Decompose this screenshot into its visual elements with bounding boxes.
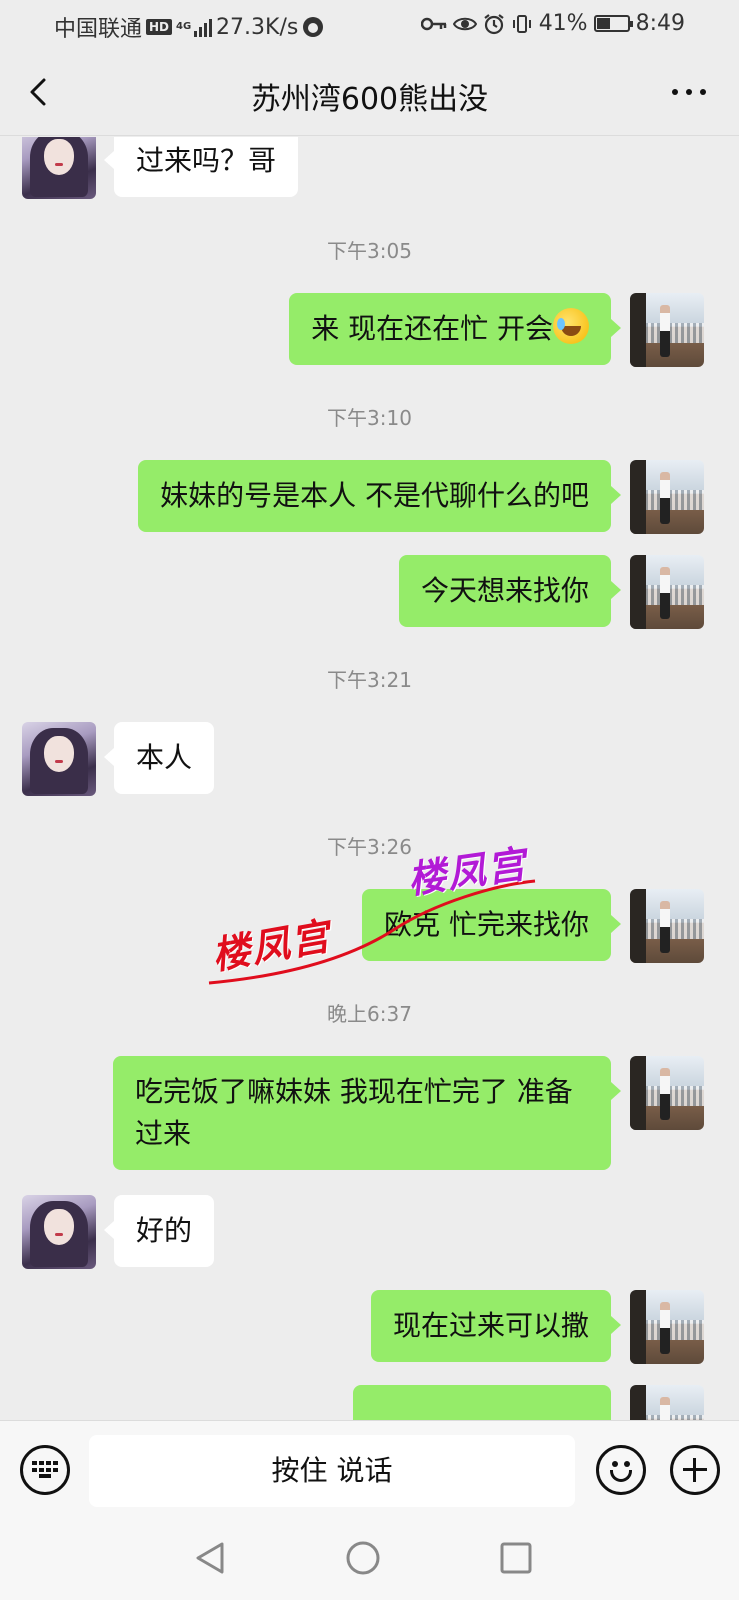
message-outgoing: 妹妹的号是本人 不是代聊什么的吧 bbox=[0, 460, 739, 534]
emoji-icon[interactable] bbox=[596, 1445, 646, 1495]
app-notification-icon bbox=[303, 17, 324, 37]
network-type: 4G bbox=[176, 21, 192, 32]
chat-message-list[interactable]: 过来吗？哥 下午3:05 来 现在还在忙 开会 下午3:10 妹妹的号是本人 不… bbox=[0, 137, 739, 1420]
message-bubble[interactable]: 妹妹的号是本人 不是代聊什么的吧 bbox=[138, 460, 621, 532]
message-outgoing-partial bbox=[0, 1385, 739, 1420]
message-bubble[interactable]: 来 现在还在忙 开会 bbox=[289, 293, 621, 365]
message-outgoing: 今天想来找你 bbox=[0, 555, 739, 629]
plus-icon[interactable] bbox=[670, 1445, 720, 1495]
message-timestamp: 下午3:05 bbox=[327, 239, 412, 263]
battery-icon bbox=[593, 15, 633, 32]
my-avatar[interactable] bbox=[630, 460, 704, 534]
my-avatar[interactable] bbox=[630, 1056, 704, 1130]
watermark: 楼凤宫 楼凤宫 bbox=[205, 837, 550, 987]
input-bar: 按住 说话 bbox=[0, 1420, 739, 1520]
nav-home-icon[interactable] bbox=[345, 1540, 381, 1576]
hold-to-talk-button[interactable]: 按住 说话 bbox=[89, 1435, 575, 1507]
message-outgoing: 吃完饭了嘛妹妹 我现在忙完了 准备过来 bbox=[0, 1056, 739, 1174]
contact-avatar[interactable] bbox=[22, 137, 96, 199]
my-avatar[interactable] bbox=[630, 1385, 704, 1420]
message-bubble[interactable]: 现在过来可以撒 bbox=[370, 1290, 622, 1362]
my-avatar[interactable] bbox=[630, 889, 704, 963]
status-left: 中国联通 HD 4G 27.3K/s bbox=[54, 11, 324, 43]
more-dots-icon[interactable] bbox=[669, 80, 709, 104]
hd-badge: HD bbox=[146, 19, 173, 35]
my-avatar[interactable] bbox=[630, 555, 704, 629]
vibrate-icon bbox=[512, 14, 531, 33]
message-bubble[interactable]: 本人 bbox=[103, 722, 215, 794]
message-timestamp: 下午3:21 bbox=[327, 668, 412, 692]
message-bubble-partial[interactable] bbox=[353, 1385, 611, 1420]
status-right: 41% 8:49 bbox=[420, 11, 685, 36]
laughing-crying-emoji-icon bbox=[553, 308, 589, 344]
message-incoming: 本人 bbox=[0, 722, 739, 796]
message-timestamp: 下午3:10 bbox=[327, 406, 412, 430]
message-outgoing: 来 现在还在忙 开会 bbox=[0, 293, 739, 367]
system-navigation-bar bbox=[0, 1520, 739, 1600]
message-bubble[interactable]: 过来吗？哥 bbox=[103, 137, 299, 197]
chat-header: 苏州湾600熊出没 bbox=[0, 50, 739, 136]
signal-icon bbox=[194, 17, 213, 37]
message-incoming: 好的 bbox=[0, 1195, 739, 1269]
eye-icon bbox=[452, 17, 477, 30]
message-bubble[interactable]: 吃完饭了嘛妹妹 我现在忙完了 准备过来 bbox=[113, 1056, 621, 1170]
message-incoming: 过来吗？哥 bbox=[0, 137, 739, 207]
chat-title: 苏州湾600熊出没 bbox=[250, 82, 489, 117]
message-timestamp: 晚上6:37 bbox=[327, 1002, 412, 1026]
message-bubble[interactable]: 今天想来找你 bbox=[398, 555, 622, 627]
message-bubble[interactable]: 好的 bbox=[103, 1195, 215, 1267]
contact-avatar[interactable] bbox=[22, 722, 96, 796]
battery-percent: 41% bbox=[538, 11, 588, 36]
message-text: 来 现在还在忙 开会 bbox=[311, 312, 553, 345]
nav-recents-icon[interactable] bbox=[498, 1540, 534, 1576]
message-outgoing: 现在过来可以撒 bbox=[0, 1290, 739, 1364]
my-avatar[interactable] bbox=[630, 1290, 704, 1364]
contact-avatar[interactable] bbox=[22, 1195, 96, 1269]
nav-back-icon[interactable] bbox=[192, 1540, 228, 1576]
status-bar: 中国联通 HD 4G 27.3K/s 41% 8:49 bbox=[0, 0, 739, 50]
keyboard-icon[interactable] bbox=[20, 1445, 70, 1495]
network-speed: 27.3K/s bbox=[216, 14, 299, 40]
carrier-name: 中国联通 bbox=[54, 17, 143, 42]
key-icon bbox=[420, 17, 446, 30]
alarm-icon bbox=[484, 13, 504, 34]
clock: 8:49 bbox=[635, 11, 685, 36]
my-avatar[interactable] bbox=[630, 293, 704, 367]
